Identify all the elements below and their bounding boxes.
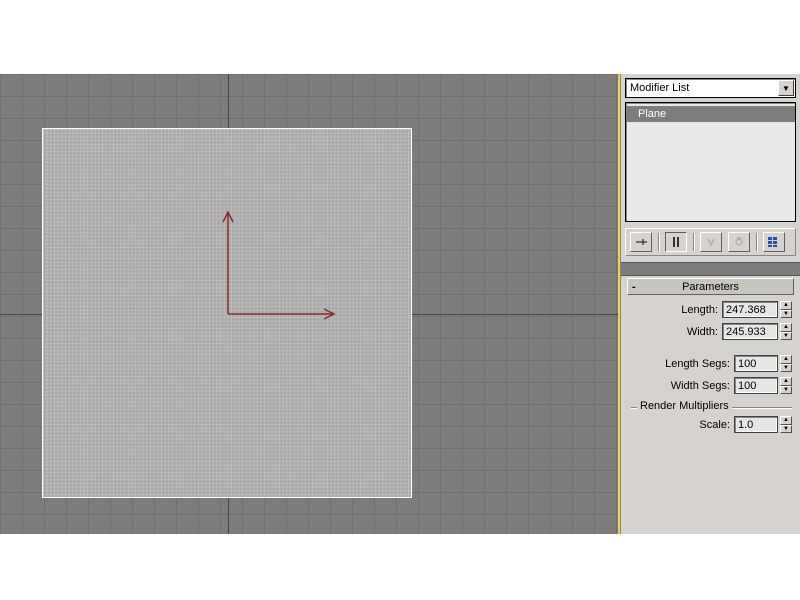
toolbar-separator (658, 233, 659, 251)
length-segs-spinner[interactable]: ▲▼ (780, 355, 792, 372)
viewport-top[interactable] (0, 74, 618, 534)
modify-panel: Modifier List ▼ Plane (620, 74, 800, 534)
scale-spinner[interactable]: ▲▼ (780, 416, 792, 433)
width-segs-spinner[interactable]: ▲▼ (780, 377, 792, 394)
remove-modifier-button[interactable] (728, 232, 750, 252)
parameters-rollout-header[interactable]: - Parameters (627, 278, 794, 295)
panel-divider (621, 262, 800, 276)
modifier-list-dropdown[interactable]: Modifier List ▼ (625, 78, 796, 98)
pin-stack-button[interactable] (630, 232, 652, 252)
parameters-body: Length: 247.368 ▲▼ Width: 245.933 ▲▼ Len… (621, 299, 800, 438)
length-segs-input[interactable]: 100 (734, 355, 778, 372)
stack-toolbar (625, 228, 796, 256)
width-segs-label: Width Segs: (671, 380, 730, 392)
length-label: Length: (681, 304, 718, 316)
render-multipliers-group: Render Multipliers (631, 400, 792, 412)
bottom-blank-area (0, 534, 800, 600)
toolbar-separator (693, 233, 694, 251)
make-unique-button[interactable] (700, 232, 722, 252)
plane-object[interactable] (42, 128, 412, 498)
modifier-list-label: Modifier List (626, 82, 777, 94)
width-spinner[interactable]: ▲▼ (780, 323, 792, 340)
width-input[interactable]: 245.933 (722, 323, 778, 340)
dropdown-arrow-icon[interactable]: ▼ (778, 80, 794, 96)
scale-label: Scale: (699, 419, 730, 431)
length-segs-label: Length Segs: (665, 358, 730, 370)
configure-modifier-sets-button[interactable] (763, 232, 785, 252)
length-spinner[interactable]: ▲▼ (780, 301, 792, 318)
scale-input[interactable]: 1.0 (734, 416, 778, 433)
rollout-title: Parameters (628, 281, 793, 293)
top-blank-area (0, 0, 800, 74)
stack-item-label: Plane (638, 108, 666, 120)
show-end-result-button[interactable] (665, 232, 687, 252)
rollout-minus-icon: - (632, 281, 636, 293)
width-segs-input[interactable]: 100 (734, 377, 778, 394)
stack-item-plane[interactable]: Plane (626, 106, 795, 122)
length-input[interactable]: 247.368 (722, 301, 778, 318)
render-multipliers-label: Render Multipliers (637, 400, 732, 412)
modifier-stack[interactable]: Plane (625, 102, 796, 222)
width-label: Width: (687, 326, 718, 338)
toolbar-separator (756, 233, 757, 251)
main-row: Modifier List ▼ Plane (0, 74, 800, 534)
